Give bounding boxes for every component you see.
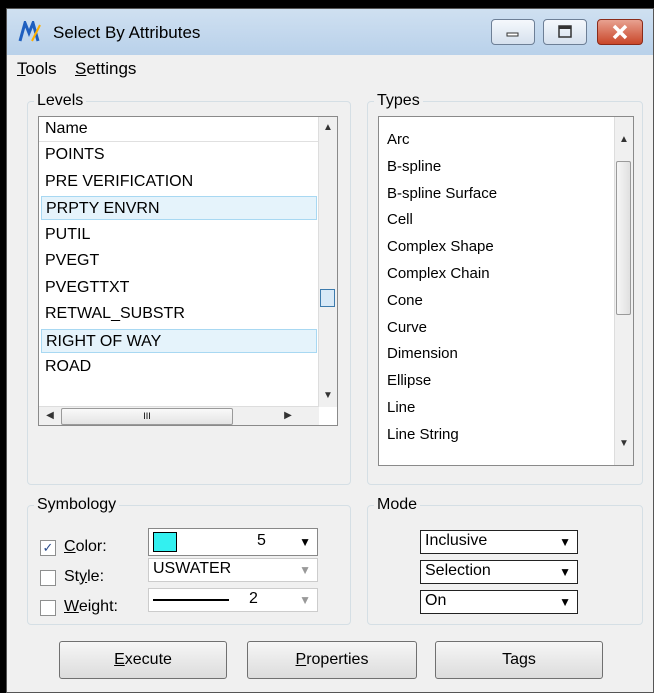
level-list-item[interactable]: ROAD <box>41 355 317 379</box>
type-list-item[interactable]: Complex Chain <box>387 265 490 282</box>
checkmark-icon: ✓ <box>42 540 54 555</box>
type-list-item[interactable]: Cone <box>387 292 423 309</box>
type-list-item[interactable]: Cell <box>387 211 413 228</box>
types-vertical-scrollbar[interactable]: ▲ ▼ <box>614 117 633 465</box>
execute-button[interactable]: Execute <box>59 641 227 679</box>
chevron-down-icon: ▼ <box>299 535 311 549</box>
minimize-button[interactable] <box>491 19 535 45</box>
type-list-item[interactable]: B-spline <box>387 158 441 175</box>
type-list-item[interactable]: Ellipse <box>387 372 431 389</box>
mode-inclusive-dropdown[interactable]: Inclusive ▼ <box>420 530 578 554</box>
chevron-down-icon: ▼ <box>299 593 311 607</box>
chevron-down-icon: ▼ <box>299 563 311 577</box>
scroll-up-arrow-icon[interactable]: ▲ <box>615 131 633 149</box>
close-button[interactable] <box>597 19 643 45</box>
scroll-left-arrow-icon[interactable]: ◀ <box>41 407 59 425</box>
levels-vertical-scrollbar[interactable]: ▲ ▼ <box>318 117 337 407</box>
level-list-item[interactable]: RETWAL_SUBSTR <box>41 302 317 326</box>
type-list-item[interactable]: Line <box>387 399 415 416</box>
menu-bar: Tools Settings <box>7 55 653 85</box>
weight-line-preview <box>153 599 229 601</box>
color-dropdown[interactable]: 5 ▼ <box>148 528 318 556</box>
style-label: Style: <box>64 568 105 585</box>
weight-checkbox[interactable] <box>40 600 56 616</box>
name-column-header: Name <box>45 120 88 137</box>
title-bar[interactable]: Select By Attributes <box>7 9 653 55</box>
mode-group: Mode Inclusive ▼ Selection ▼ On ▼ <box>367 496 643 625</box>
color-checkbox[interactable]: ✓ <box>40 540 56 556</box>
scroll-up-arrow-icon[interactable]: ▲ <box>319 119 337 137</box>
mode-on-value: On <box>425 592 447 609</box>
level-list-item[interactable]: PVEGT <box>41 249 317 273</box>
level-list-item[interactable]: PRE VERIFICATION <box>41 170 317 194</box>
mode-selection-dropdown[interactable]: Selection ▼ <box>420 560 578 584</box>
symbology-group-label: Symbology <box>34 496 120 514</box>
levels-listbox[interactable]: Name POINTS PRE VERIFICATION PRPTY ENVRN PU… <box>38 116 338 426</box>
menu-settings[interactable]: Settings <box>75 59 136 79</box>
style-value: USWATER <box>153 560 232 577</box>
scroll-right-arrow-icon[interactable]: ▶ <box>279 407 297 425</box>
types-group: Types Arc B-spline B-spline Surface Cell Com… <box>367 92 643 485</box>
style-checkbox[interactable] <box>40 570 56 586</box>
scroll-down-arrow-icon[interactable]: ▼ <box>615 435 633 453</box>
type-list-item[interactable]: Dimension <box>387 345 458 362</box>
weight-dropdown[interactable]: 2 ▼ <box>148 588 318 612</box>
levels-vscroll-thumb[interactable] <box>320 289 335 307</box>
color-value: 5 <box>257 532 266 549</box>
menu-tools[interactable]: Tools <box>17 59 57 79</box>
mode-selection-value: Selection <box>425 562 491 579</box>
mode-group-label: Mode <box>374 496 421 514</box>
weight-value: 2 <box>249 590 258 607</box>
type-list-item[interactable]: Line String <box>387 426 459 443</box>
levels-horizontal-scrollbar[interactable]: ◀ III ▶ <box>39 406 319 425</box>
dialog-window: Select By Attributes Tools Settings Leve… <box>6 8 654 693</box>
color-swatch <box>153 532 177 552</box>
weight-label: Weight: <box>64 598 118 615</box>
properties-button[interactable]: Properties <box>247 641 417 679</box>
chevron-down-icon: ▼ <box>559 565 571 579</box>
types-listbox[interactable]: Arc B-spline B-spline Surface Cell Complex S… <box>378 116 634 466</box>
levels-column-header[interactable]: Name <box>39 117 319 142</box>
type-list-item[interactable]: B-spline Surface <box>387 185 497 202</box>
symbology-group: Symbology ✓ Color: 5 ▼ Style: USWATER ▼ … <box>27 496 351 625</box>
microstation-logo-icon <box>18 21 41 42</box>
scroll-down-arrow-icon[interactable]: ▼ <box>319 387 337 405</box>
level-list-item[interactable]: PRPTY ENVRN <box>41 196 317 220</box>
window-title: Select By Attributes <box>53 23 201 42</box>
types-group-label: Types <box>374 92 423 110</box>
color-label: Color: <box>64 538 107 555</box>
levels-hscroll-thumb[interactable]: III <box>61 408 233 425</box>
style-dropdown[interactable]: USWATER ▼ <box>148 558 318 582</box>
type-list-item[interactable]: Curve <box>387 319 427 336</box>
level-list-item[interactable]: RIGHT OF WAY <box>41 328 317 353</box>
type-list-item[interactable]: Arc <box>387 131 410 148</box>
type-list-item[interactable]: Complex Shape <box>387 238 494 255</box>
maximize-icon <box>558 25 572 38</box>
chevron-down-icon: ▼ <box>559 535 571 549</box>
level-list-item[interactable]: POINTS <box>41 143 317 167</box>
close-icon <box>612 24 628 40</box>
mode-on-dropdown[interactable]: On ▼ <box>420 590 578 614</box>
levels-group: Levels Name POINTS PRE VERIFICATION PRPTY … <box>27 92 351 485</box>
chevron-down-icon: ▼ <box>559 595 571 609</box>
minimize-icon <box>506 32 519 37</box>
maximize-button[interactable] <box>543 19 587 45</box>
level-list-item[interactable]: PUTIL <box>41 223 317 247</box>
tags-button[interactable]: Tags <box>435 641 603 679</box>
mode-inclusive-value: Inclusive <box>425 532 488 549</box>
levels-group-label: Levels <box>34 92 87 110</box>
types-vscroll-thumb[interactable] <box>616 161 631 315</box>
level-list-item[interactable]: PVEGTTXT <box>41 276 317 300</box>
